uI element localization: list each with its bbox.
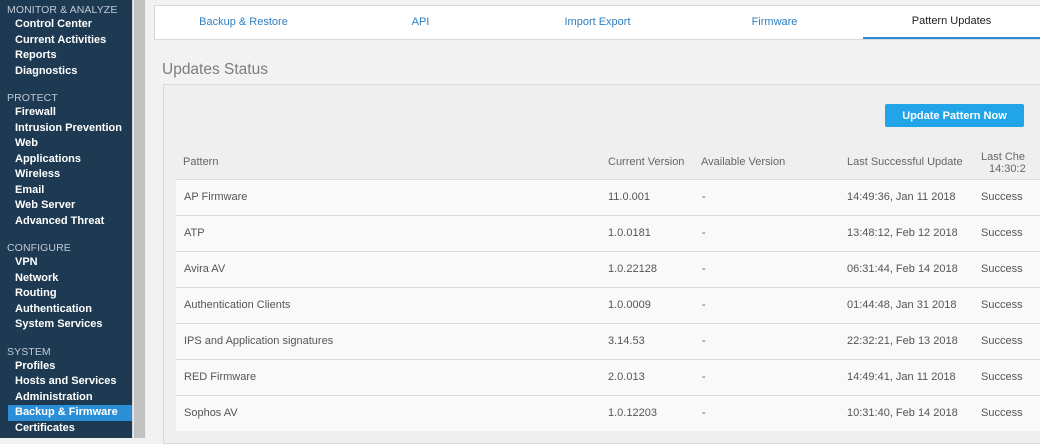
tab-api[interactable]: API bbox=[332, 6, 509, 39]
cell-current: 1.0.0009 bbox=[608, 299, 651, 311]
sidebar-item-authentication[interactable]: Authentication bbox=[0, 302, 132, 318]
sidebar-item-certificates[interactable]: Certificates bbox=[0, 421, 132, 437]
cell-pattern: Sophos AV bbox=[184, 407, 238, 419]
cell-status: Success bbox=[981, 299, 1023, 311]
pattern-table: AP Firmware 11.0.001 - 14:49:36, Jan 11 201… bbox=[176, 179, 1040, 431]
tab-firmware[interactable]: Firmware bbox=[686, 6, 863, 39]
section-title: Updates Status bbox=[162, 61, 268, 78]
cell-last-update: 22:32:21, Feb 13 2018 bbox=[847, 335, 958, 347]
cell-pattern: Authentication Clients bbox=[184, 299, 291, 311]
sidebar-item-hosts-and-services[interactable]: Hosts and Services bbox=[0, 374, 132, 390]
sidebar-item-vpn[interactable]: VPN bbox=[0, 255, 132, 271]
cell-last-update: 06:31:44, Feb 14 2018 bbox=[847, 263, 958, 275]
cell-last-update: 10:31:40, Feb 14 2018 bbox=[847, 407, 958, 419]
cell-status: Success bbox=[981, 227, 1023, 239]
cell-current: 11.0.001 bbox=[608, 191, 651, 203]
sidebar-item-administration[interactable]: Administration bbox=[0, 390, 132, 406]
sidebar-section-protect: PROTECT bbox=[7, 92, 58, 104]
cell-last-update: 14:49:41, Jan 11 2018 bbox=[847, 371, 956, 383]
cell-available: - bbox=[702, 407, 706, 419]
table-row[interactable]: IPS and Application signatures 3.14.53 - 22… bbox=[176, 323, 1040, 359]
table-row[interactable]: AP Firmware 11.0.001 - 14:49:36, Jan 11 201… bbox=[176, 179, 1040, 215]
sidebar-item-wireless[interactable]: Wireless bbox=[0, 167, 132, 183]
cell-status: Success bbox=[981, 335, 1023, 347]
cell-status: Success bbox=[981, 191, 1023, 203]
column-header-last-check: Last Che 14:30:2 bbox=[981, 151, 1026, 175]
sidebar-item-profiles[interactable]: Profiles bbox=[0, 359, 132, 375]
cell-current: 1.0.12203 bbox=[608, 407, 657, 419]
cell-last-update: 14:49:36, Jan 11 2018 bbox=[847, 191, 956, 203]
column-header-last-successful-update: Last Successful Update bbox=[847, 156, 963, 168]
column-header-pattern: Pattern bbox=[183, 156, 219, 168]
cell-available: - bbox=[702, 191, 706, 203]
sidebar-item-backup-and-firmware[interactable]: Backup & Firmware bbox=[8, 405, 132, 421]
sidebar-item-current-activities[interactable]: Current Activities bbox=[0, 33, 132, 49]
tab-pattern-updates[interactable]: Pattern Updates bbox=[863, 6, 1040, 39]
last-check-header-line1: Last Che bbox=[981, 151, 1026, 163]
sidebar-section-system: SYSTEM bbox=[7, 345, 51, 358]
tab-bar: Backup & Restore API Import Export Firmware… bbox=[154, 5, 1040, 40]
cell-available: - bbox=[702, 299, 706, 311]
column-header-available-version: Available Version bbox=[701, 156, 786, 168]
sidebar-item-routing[interactable]: Routing bbox=[0, 286, 132, 302]
cell-last-update: 01:44:48, Jan 31 2018 bbox=[847, 299, 957, 311]
cell-current: 3.14.53 bbox=[608, 335, 645, 347]
sidebar-item-web-server[interactable]: Web Server bbox=[0, 198, 132, 214]
sidebar-item-intrusion-prevention[interactable]: Intrusion Prevention bbox=[0, 121, 132, 137]
cell-available: - bbox=[702, 227, 706, 239]
sidebar-item-applications[interactable]: Applications bbox=[0, 152, 132, 168]
column-header-current-version: Current Version bbox=[608, 156, 685, 168]
cell-pattern: RED Firmware bbox=[184, 371, 257, 383]
sidebar-item-firewall[interactable]: Firewall bbox=[0, 105, 132, 121]
sidebar-item-advanced-threat[interactable]: Advanced Threat bbox=[0, 214, 132, 230]
cell-available: - bbox=[702, 335, 706, 347]
sidebar-item-reports[interactable]: Reports bbox=[0, 48, 132, 64]
cell-pattern: Avira AV bbox=[184, 263, 226, 275]
sidebar-section-monitor-and-analyze: MONITOR & ANALYZE bbox=[7, 4, 118, 16]
last-check-header-line2: 14:30:2 bbox=[989, 163, 1026, 175]
table-row[interactable]: Avira AV 1.0.22128 - 06:31:44, Feb 14 2018 S… bbox=[176, 251, 1040, 287]
cell-status: Success bbox=[981, 371, 1023, 383]
tab-backup-and-restore[interactable]: Backup & Restore bbox=[155, 6, 332, 39]
sidebar: MONITOR & ANALYZE Control Center Current A… bbox=[0, 0, 132, 438]
cell-current: 1.0.22128 bbox=[608, 263, 657, 275]
sidebar-scrollbar[interactable] bbox=[132, 0, 146, 438]
table-row[interactable]: Sophos AV 1.0.12203 - 10:31:40, Feb 14 2018… bbox=[176, 395, 1040, 431]
table-row[interactable]: Authentication Clients 1.0.0009 - 01:44:48,… bbox=[176, 287, 1040, 323]
sidebar-item-email[interactable]: Email bbox=[0, 183, 132, 199]
sidebar-item-diagnostics[interactable]: Diagnostics bbox=[0, 64, 132, 80]
sidebar-item-network[interactable]: Network bbox=[0, 271, 132, 287]
cell-pattern: AP Firmware bbox=[184, 191, 248, 203]
cell-pattern: IPS and Application signatures bbox=[184, 335, 334, 347]
tab-import-export[interactable]: Import Export bbox=[509, 6, 686, 39]
cell-current: 2.0.013 bbox=[608, 371, 645, 383]
sidebar-item-system-services[interactable]: System Services bbox=[0, 317, 132, 333]
cell-current: 1.0.0181 bbox=[608, 227, 651, 239]
scrollbar-thumb[interactable] bbox=[134, 0, 145, 438]
sidebar-item-web[interactable]: Web bbox=[0, 136, 132, 152]
cell-available: - bbox=[702, 371, 706, 383]
update-pattern-now-button[interactable]: Update Pattern Now bbox=[885, 104, 1024, 127]
cell-status: Success bbox=[981, 407, 1023, 419]
table-row[interactable]: RED Firmware 2.0.013 - 14:49:41, Jan 11 201… bbox=[176, 359, 1040, 395]
cell-pattern: ATP bbox=[184, 227, 205, 239]
cell-last-update: 13:48:12, Feb 12 2018 bbox=[847, 227, 958, 239]
table-row[interactable]: ATP 1.0.0181 - 13:48:12, Feb 12 2018 Success bbox=[176, 215, 1040, 251]
sidebar-section-configure: CONFIGURE bbox=[7, 242, 71, 254]
cell-available: - bbox=[702, 263, 706, 275]
cell-status: Success bbox=[981, 263, 1023, 275]
sidebar-item-control-center[interactable]: Control Center bbox=[0, 17, 132, 33]
